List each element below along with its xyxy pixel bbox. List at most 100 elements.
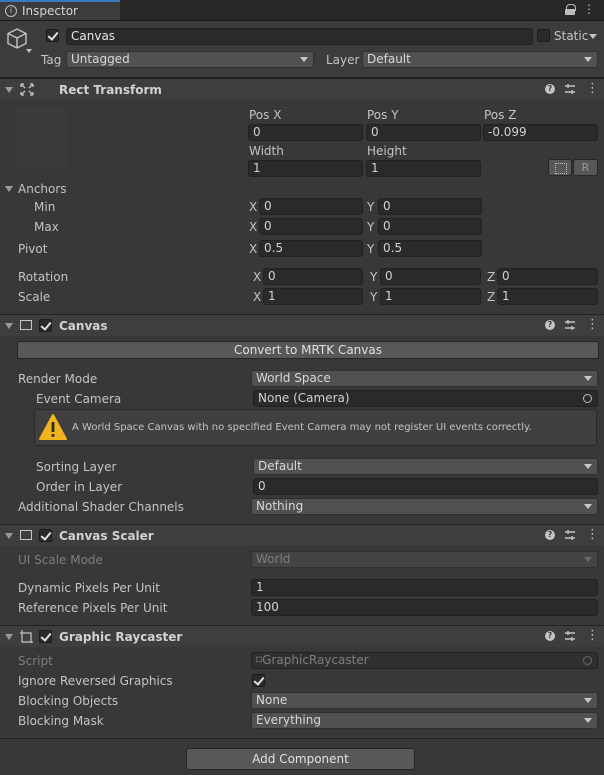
canvas-enabled-checkbox[interactable] — [39, 319, 52, 332]
chevron-down-icon — [300, 57, 308, 62]
ignore-reversed-checkbox[interactable] — [252, 674, 265, 687]
checkmark-icon — [40, 630, 52, 642]
min-x-axis-label: X — [249, 200, 258, 214]
pivot-y-field[interactable]: 0.5 — [378, 240, 482, 257]
min-y-field[interactable]: 0 — [378, 198, 482, 215]
presets-icon[interactable] — [564, 529, 576, 541]
tab-inspector[interactable]: i Inspector — [0, 0, 120, 20]
max-x-field[interactable]: 0 — [259, 218, 363, 235]
event-camera-label: Event Camera — [36, 392, 122, 406]
blueprint-mode-button[interactable] — [548, 159, 572, 176]
render-mode-dropdown[interactable]: World Space — [251, 370, 598, 387]
rotation-z-field[interactable]: 0 — [497, 268, 598, 285]
order-in-layer-field[interactable]: 0 — [253, 478, 598, 495]
raw-edit-button[interactable]: R — [573, 159, 598, 176]
checkmark-icon — [40, 319, 52, 331]
section-divider — [0, 738, 604, 739]
checkmark-icon — [253, 674, 265, 686]
chevron-down-icon — [584, 504, 592, 509]
object-picker-icon[interactable] — [583, 394, 592, 403]
shader-channels-label: Additional Shader Channels — [18, 500, 184, 514]
chevron-down-icon — [584, 557, 592, 562]
blocking-objects-dropdown[interactable]: None — [251, 692, 598, 709]
chevron-down-icon — [584, 698, 592, 703]
anchors-foldout-icon[interactable] — [5, 186, 13, 192]
raw-edit-label: R — [581, 161, 590, 174]
checkmark-icon — [47, 29, 59, 41]
gameobject-cube-icon — [7, 28, 27, 49]
canvas-scaler-enabled-checkbox[interactable] — [39, 529, 52, 542]
presets-icon[interactable] — [564, 319, 576, 331]
static-label: Static — [554, 29, 589, 43]
canvas-header[interactable]: Canvas ? ⋮ — [0, 314, 604, 336]
rotation-x-field[interactable]: 0 — [263, 268, 363, 285]
help-icon[interactable]: ? — [545, 84, 555, 94]
scale-x-field[interactable]: 1 — [263, 288, 363, 305]
component-menu-icon[interactable]: ⋮ — [586, 317, 599, 333]
warning-icon — [39, 414, 67, 440]
sorting-layer-dropdown[interactable]: Default — [253, 458, 598, 475]
rotation-y-axis-label: Y — [370, 270, 378, 284]
icon-dropdown-arrow-icon[interactable] — [26, 49, 32, 53]
tab-title: Inspector — [22, 4, 78, 18]
canvas-scaler-header[interactable]: Canvas Scaler ? ⋮ — [0, 524, 604, 546]
pivot-x-axis-label: X — [249, 242, 258, 256]
rect-transform-header[interactable]: Rect Transform ? ⋮ — [0, 78, 604, 100]
dynamic-ppu-field[interactable]: 1 — [251, 579, 598, 596]
convert-to-mrtk-canvas-button[interactable]: Convert to MRTK Canvas — [17, 341, 599, 359]
ui-scale-mode-value: World — [256, 552, 291, 566]
help-icon[interactable]: ? — [545, 631, 555, 641]
min-x-field[interactable]: 0 — [259, 198, 363, 215]
component-menu-icon[interactable]: ⋮ — [586, 527, 599, 543]
foldout-arrow-icon[interactable] — [5, 533, 13, 539]
pos-y-label: Pos Y — [367, 108, 399, 122]
render-mode-label: Render Mode — [18, 372, 98, 386]
help-icon[interactable]: ? — [545, 320, 555, 330]
canvas-title: Canvas — [59, 319, 108, 333]
event-camera-field[interactable]: None (Camera) — [253, 390, 598, 407]
scale-y-axis-label: Y — [370, 290, 378, 304]
rotation-y-field[interactable]: 0 — [380, 268, 481, 285]
pos-y-field[interactable]: 0 — [366, 124, 481, 141]
ignore-reversed-label: Ignore Reversed Graphics — [18, 674, 173, 688]
foldout-arrow-icon[interactable] — [5, 634, 13, 640]
graphic-raycaster-enabled-checkbox[interactable] — [39, 630, 52, 643]
foldout-arrow-icon[interactable] — [5, 323, 13, 329]
graphic-raycaster-header[interactable]: Graphic Raycaster ? ⋮ — [0, 625, 604, 647]
tag-dropdown[interactable]: Untagged — [66, 51, 314, 68]
scale-z-field[interactable]: 1 — [497, 288, 598, 305]
min-y-axis-label: Y — [367, 200, 375, 214]
static-checkbox[interactable] — [537, 29, 550, 42]
max-y-field[interactable]: 0 — [378, 218, 482, 235]
tab-menu-icon[interactable]: ⋮ — [583, 2, 595, 16]
foldout-arrow-icon[interactable] — [5, 87, 13, 93]
presets-icon[interactable] — [564, 630, 576, 642]
active-checkbox[interactable] — [46, 29, 59, 42]
pivot-x-field[interactable]: 0.5 — [259, 240, 363, 257]
layer-dropdown[interactable]: Default — [362, 51, 598, 68]
gameobject-name-field[interactable]: Canvas — [66, 28, 533, 45]
blocking-mask-dropdown[interactable]: Everything — [251, 712, 598, 729]
reference-ppu-field[interactable]: 100 — [251, 599, 598, 616]
height-label: Height — [367, 144, 407, 158]
static-dropdown-arrow-icon[interactable] — [589, 34, 597, 39]
width-field[interactable]: 1 — [248, 160, 363, 177]
layer-label: Layer — [326, 53, 360, 67]
lock-body-icon — [565, 9, 575, 15]
component-menu-icon[interactable]: ⋮ — [586, 628, 599, 644]
shader-channels-dropdown[interactable]: Nothing — [251, 498, 598, 515]
presets-icon[interactable] — [564, 83, 576, 95]
pos-x-field[interactable]: 0 — [248, 124, 363, 141]
warning-box: A World Space Canvas with no specified E… — [34, 409, 597, 446]
help-icon[interactable]: ? — [545, 530, 555, 540]
anchor-presets-preview[interactable] — [17, 107, 67, 167]
blocking-objects-value: None — [256, 693, 288, 707]
anchors-label: Anchors — [18, 182, 67, 196]
component-menu-icon[interactable]: ⋮ — [586, 81, 599, 97]
add-component-button[interactable]: Add Component — [186, 748, 415, 770]
tag-label: Tag — [41, 53, 62, 67]
pos-z-field[interactable]: -0.099 — [483, 124, 598, 141]
scale-y-field[interactable]: 1 — [380, 288, 481, 305]
height-field[interactable]: 1 — [366, 160, 481, 177]
min-label: Min — [34, 200, 56, 214]
